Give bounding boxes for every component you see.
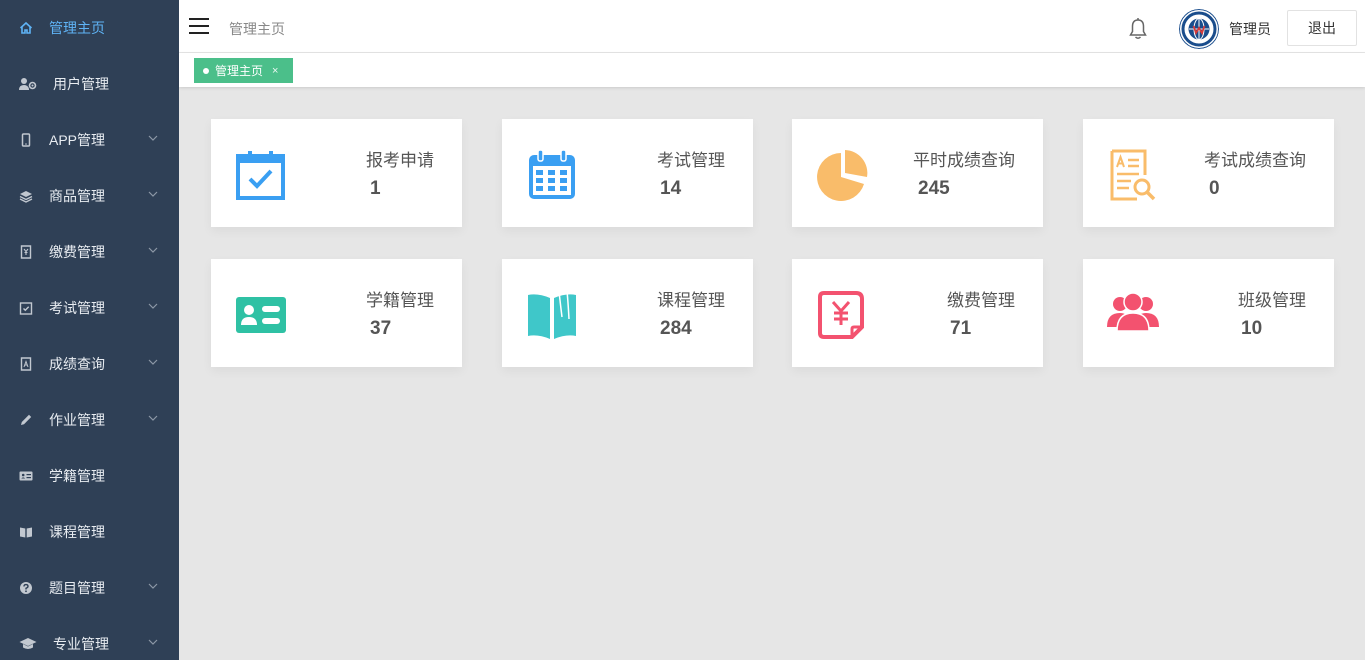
stat-card-student-records[interactable]: 学籍管理 37 — [211, 259, 462, 367]
card-value: 0 — [1209, 178, 1220, 199]
card-value: 37 — [370, 318, 392, 339]
card-title: 班级管理 — [1238, 291, 1306, 310]
tab-label: 管理主页 — [215, 64, 264, 78]
bell-icon[interactable] — [1127, 17, 1149, 41]
chevron-down-icon — [148, 133, 158, 143]
chevron-down-icon — [148, 581, 158, 591]
sidebar-item-homework[interactable]: 作业管理 — [0, 392, 179, 448]
card-title: 课程管理 — [657, 291, 725, 310]
sidebar-item-home[interactable]: 管理主页 — [0, 0, 179, 56]
card-value: 10 — [1241, 318, 1263, 339]
breadcrumb: 管理主页 — [229, 21, 285, 37]
card-value: 1 — [370, 178, 381, 199]
stat-card-payments[interactable]: 缴费管理 71 — [792, 259, 1043, 367]
card-value: 14 — [660, 178, 682, 199]
card-title: 考试成绩查询 — [1204, 151, 1306, 170]
sidebar-item-label: 商品管理 — [49, 188, 105, 204]
top-header: 管理主页 管理员 退出 — [179, 0, 1365, 53]
card-title: 考试管理 — [657, 151, 725, 170]
graduation-cap-icon — [19, 637, 37, 651]
sidebar-item-payments[interactable]: 缴费管理 — [0, 224, 179, 280]
card-value: 284 — [660, 318, 692, 339]
sidebar-item-label: 专业管理 — [53, 636, 109, 652]
user-name: 管理员 — [1229, 21, 1271, 37]
users-group-icon — [1107, 289, 1159, 341]
calendar-check-icon — [235, 149, 287, 201]
active-dot-icon — [203, 67, 209, 74]
sidebar-item-label: 学籍管理 — [49, 468, 105, 484]
chevron-down-icon — [148, 357, 158, 367]
stat-card-exam-scores[interactable]: 考试成绩查询 0 — [1083, 119, 1334, 227]
menu-toggle-icon[interactable] — [189, 18, 209, 34]
chevron-down-icon — [148, 189, 158, 199]
sidebar-item-label: 作业管理 — [49, 412, 105, 428]
sidebar-item-products[interactable]: 商品管理 — [0, 168, 179, 224]
sidebar-item-majors[interactable]: 专业管理 — [0, 616, 179, 660]
document-search-icon — [1107, 149, 1159, 201]
score-doc-icon — [19, 357, 33, 371]
sidebar-item-label: 管理主页 — [49, 20, 105, 36]
sidebar-item-courses[interactable]: 课程管理 — [0, 504, 179, 560]
question-icon — [19, 581, 33, 595]
stat-card-classes[interactable]: 班级管理 10 — [1083, 259, 1334, 367]
user-settings-icon — [19, 77, 37, 91]
chevron-down-icon — [148, 245, 158, 255]
check-calendar-icon — [19, 301, 33, 315]
calendar-grid-icon — [526, 149, 578, 201]
payment-doc-icon — [19, 245, 33, 259]
card-title: 平时成绩查询 — [913, 151, 1015, 170]
sidebar-item-label: APP管理 — [49, 132, 106, 148]
chevron-down-icon — [148, 301, 158, 311]
sidebar-item-label: 缴费管理 — [49, 244, 105, 260]
id-card-icon — [19, 469, 33, 483]
avatar[interactable] — [1179, 9, 1219, 49]
id-card-icon — [235, 289, 287, 341]
sidebar: 管理主页 用户管理 APP管理 商品管理 缴费管理 考试管理 成绩查询 作业管理… — [0, 0, 179, 660]
sidebar-item-questions[interactable]: 题目管理 — [0, 560, 179, 616]
pie-chart-icon — [816, 149, 868, 201]
stat-card-exam-applications[interactable]: 报考申请 1 — [211, 119, 462, 227]
card-title: 缴费管理 — [947, 291, 1015, 310]
sidebar-item-label: 课程管理 — [49, 524, 105, 540]
home-icon — [19, 21, 33, 35]
card-title: 报考申请 — [366, 151, 434, 170]
open-book-icon — [526, 289, 578, 341]
tab-bar: 管理主页 × — [179, 53, 1365, 87]
card-value: 245 — [918, 178, 950, 199]
sidebar-item-scores[interactable]: 成绩查询 — [0, 336, 179, 392]
close-icon[interactable]: × — [272, 65, 278, 77]
card-value: 71 — [950, 318, 972, 339]
stat-card-exam-management[interactable]: 考试管理 14 — [502, 119, 753, 227]
stat-card-regular-scores[interactable]: 平时成绩查询 245 — [792, 119, 1043, 227]
sidebar-item-label: 用户管理 — [53, 76, 109, 92]
sidebar-item-label: 题目管理 — [49, 580, 105, 596]
layers-icon — [19, 189, 33, 203]
yuan-document-icon — [816, 289, 868, 341]
sidebar-item-app[interactable]: APP管理 — [0, 112, 179, 168]
stat-card-courses[interactable]: 课程管理 284 — [502, 259, 753, 367]
card-title: 学籍管理 — [366, 291, 434, 310]
chevron-down-icon — [148, 413, 158, 423]
sidebar-item-users[interactable]: 用户管理 — [0, 56, 179, 112]
pencil-icon — [19, 413, 33, 427]
sidebar-item-label: 考试管理 — [49, 300, 105, 316]
chevron-down-icon — [148, 637, 158, 647]
book-icon — [19, 525, 33, 539]
logout-button[interactable]: 退出 — [1287, 10, 1357, 46]
sidebar-item-student-records[interactable]: 学籍管理 — [0, 448, 179, 504]
mobile-icon — [19, 133, 33, 147]
tab-home[interactable]: 管理主页 × — [194, 58, 293, 83]
sidebar-item-label: 成绩查询 — [49, 356, 105, 372]
sidebar-item-exams[interactable]: 考试管理 — [0, 280, 179, 336]
